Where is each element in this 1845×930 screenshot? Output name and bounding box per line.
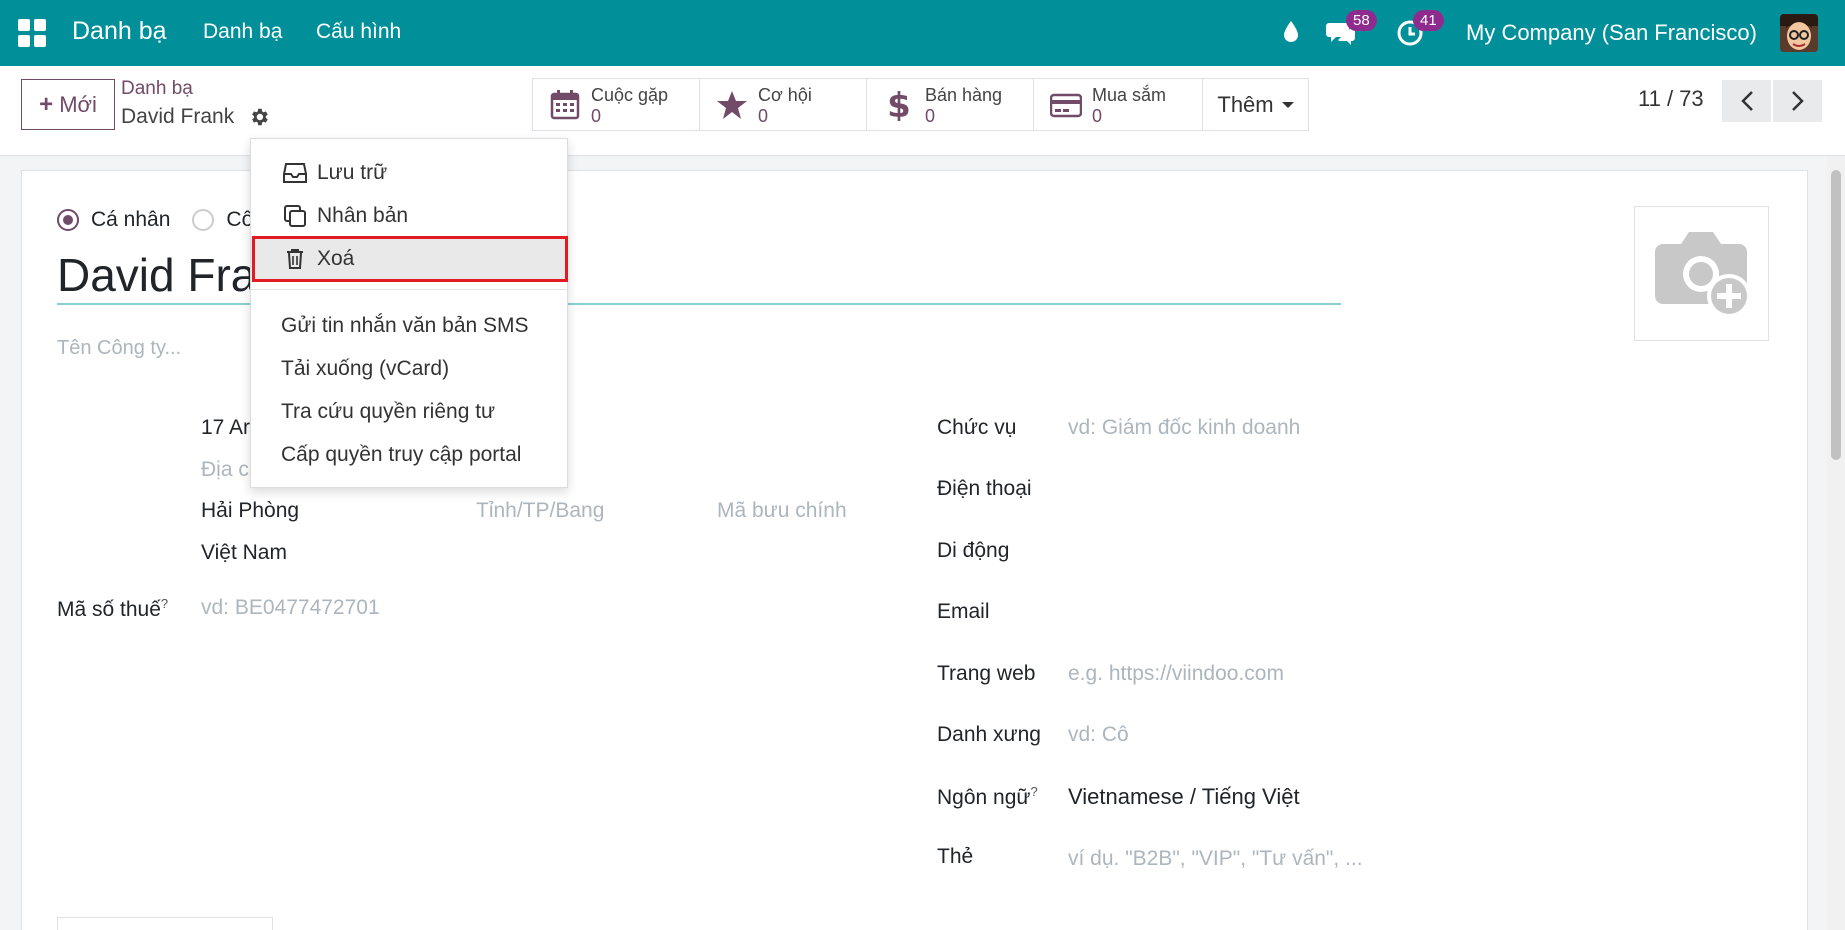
user-avatar[interactable] [1780,14,1818,52]
pager-previous-button[interactable] [1722,80,1771,122]
notebook-tab[interactable] [57,917,273,930]
smart-button-title: Cơ hội [758,85,812,105]
vertical-scrollbar[interactable] [1827,156,1845,930]
city-input[interactable]: Hải Phòng [201,499,299,523]
language-label: Ngôn ngữ? [937,784,1038,809]
title-label: Danh xưng [937,723,1041,746]
smart-button-opportunities[interactable]: Cơ hội 0 [699,78,867,131]
action-dropdown-menu: Lưu trữ Nhân bản Xoá Gửi tin nhắn văn bả… [250,138,568,488]
calendar-icon [550,90,580,120]
plus-icon: + [39,90,54,118]
activities-badge: 41 [1413,10,1444,31]
apps-menu-icon[interactable] [18,19,46,47]
smart-button-meetings[interactable]: Cuộc gặp 0 [532,78,700,131]
top-navbar: Danh bạ Danh bạ Cấu hình 58 41 My Compan… [0,0,1845,66]
copy-icon [283,204,307,228]
company-switcher[interactable]: My Company (San Francisco) [1466,20,1757,46]
menu-action-grant-portal[interactable]: Cấp quyền truy cập portal [251,433,567,476]
radio-individual[interactable] [57,209,79,231]
app-brand[interactable]: Danh bạ [72,17,167,46]
dollar-icon: $ [887,89,911,121]
menu-action-download-vcard[interactable]: Tải xuống (vCard) [251,347,567,390]
smart-button-title: Cuộc gặp [591,85,669,105]
website-input[interactable]: e.g. https://viindoo.com [1068,662,1284,686]
water-drop-icon[interactable] [1282,20,1300,44]
job-label: Chức vụ [937,416,1017,439]
zip-input[interactable]: Mã bưu chính [717,499,847,523]
svg-text:$: $ [887,89,911,121]
radio-company[interactable] [192,209,215,231]
company-type-radio: Cá nhân Cô [57,208,253,232]
phone-label: Điện thoại [937,477,1032,500]
smart-button-value: 0 [925,106,936,126]
chevron-left-icon [1740,91,1753,111]
credit-card-icon [1050,93,1082,118]
smart-button-title: Mua sắm [1092,85,1167,105]
tags-input[interactable]: ví dụ. "B2B", "VIP", "Tư vấn", ... [1068,847,1363,871]
menu-item-archive[interactable]: Lưu trữ [251,151,567,194]
chevron-right-icon [1791,91,1804,111]
trash-icon [283,247,307,271]
menu-item-duplicate[interactable]: Nhân bản [251,194,567,237]
new-button-label: Mới [59,91,97,117]
gear-icon[interactable] [248,106,270,128]
menu-divider [251,289,567,290]
messages-badge: 58 [1346,10,1377,31]
smart-button-purchases[interactable]: Mua sắm 0 [1033,78,1203,131]
email-input[interactable] [1068,600,1368,624]
title-input[interactable]: vd: Cô [1068,723,1129,747]
website-label: Trang web [937,662,1036,685]
breadcrumb-current: David Frank [121,105,235,128]
street-input[interactable]: 17 Ar [201,416,250,440]
camera-plus-icon [1654,231,1751,318]
vat-label: Mã số thuế? [57,596,169,621]
menu-item-delete[interactable]: Xoá [251,237,567,280]
country-input[interactable]: Việt Nam [201,541,287,565]
mobile-label: Di động [937,539,1010,562]
company-name-input[interactable]: Tên Công ty... [57,337,181,360]
smart-button-sales[interactable]: $ Bán hàng 0 [866,78,1034,131]
state-input[interactable]: Tỉnh/TP/Bang [476,499,604,523]
menu-item-label: Nhân bản [317,203,409,227]
language-select[interactable]: Vietnamese / Tiếng Việt [1068,784,1300,810]
menu-contacts[interactable]: Danh bạ [203,20,282,44]
smart-button-value: 0 [758,106,769,126]
pager-value[interactable]: 11 / 73 [1638,86,1704,112]
smart-button-value: 0 [591,106,602,126]
avatar-upload[interactable] [1634,206,1769,341]
more-button-label: Thêm [1217,91,1274,117]
menu-action-send-sms[interactable]: Gửi tin nhắn văn bản SMS [251,304,567,347]
inbox-icon [283,161,307,185]
smart-button-value: 0 [1092,106,1103,126]
tags-label: Thẻ [937,845,974,868]
new-button[interactable]: + Mới [21,79,115,130]
breadcrumb-parent[interactable]: Danh bạ [121,78,193,100]
job-input[interactable]: vd: Giám đốc kinh doanh [1068,416,1300,440]
menu-action-privacy-lookup[interactable]: Tra cứu quyền riêng tư [251,390,567,433]
menu-item-label: Xoá [317,246,355,270]
phone-input[interactable] [1068,477,1368,501]
pager-next-button[interactable] [1773,80,1822,122]
scrollbar-thumb[interactable] [1831,170,1841,460]
mobile-input[interactable] [1068,539,1368,563]
caret-down-icon [1281,101,1294,108]
star-icon [717,91,747,119]
radio-individual-label[interactable]: Cá nhân [91,208,170,232]
smart-button-title: Bán hàng [925,85,1003,105]
partner-name-field[interactable]: David Fra [57,248,256,302]
menu-configuration[interactable]: Cấu hình [316,20,401,44]
street2-input[interactable]: Địa c [201,458,249,482]
menu-item-label: Lưu trữ [317,160,388,184]
more-button[interactable]: Thêm [1202,78,1309,131]
vat-input[interactable]: vd: BE0477472701 [201,596,380,620]
email-label: Email [937,600,990,623]
